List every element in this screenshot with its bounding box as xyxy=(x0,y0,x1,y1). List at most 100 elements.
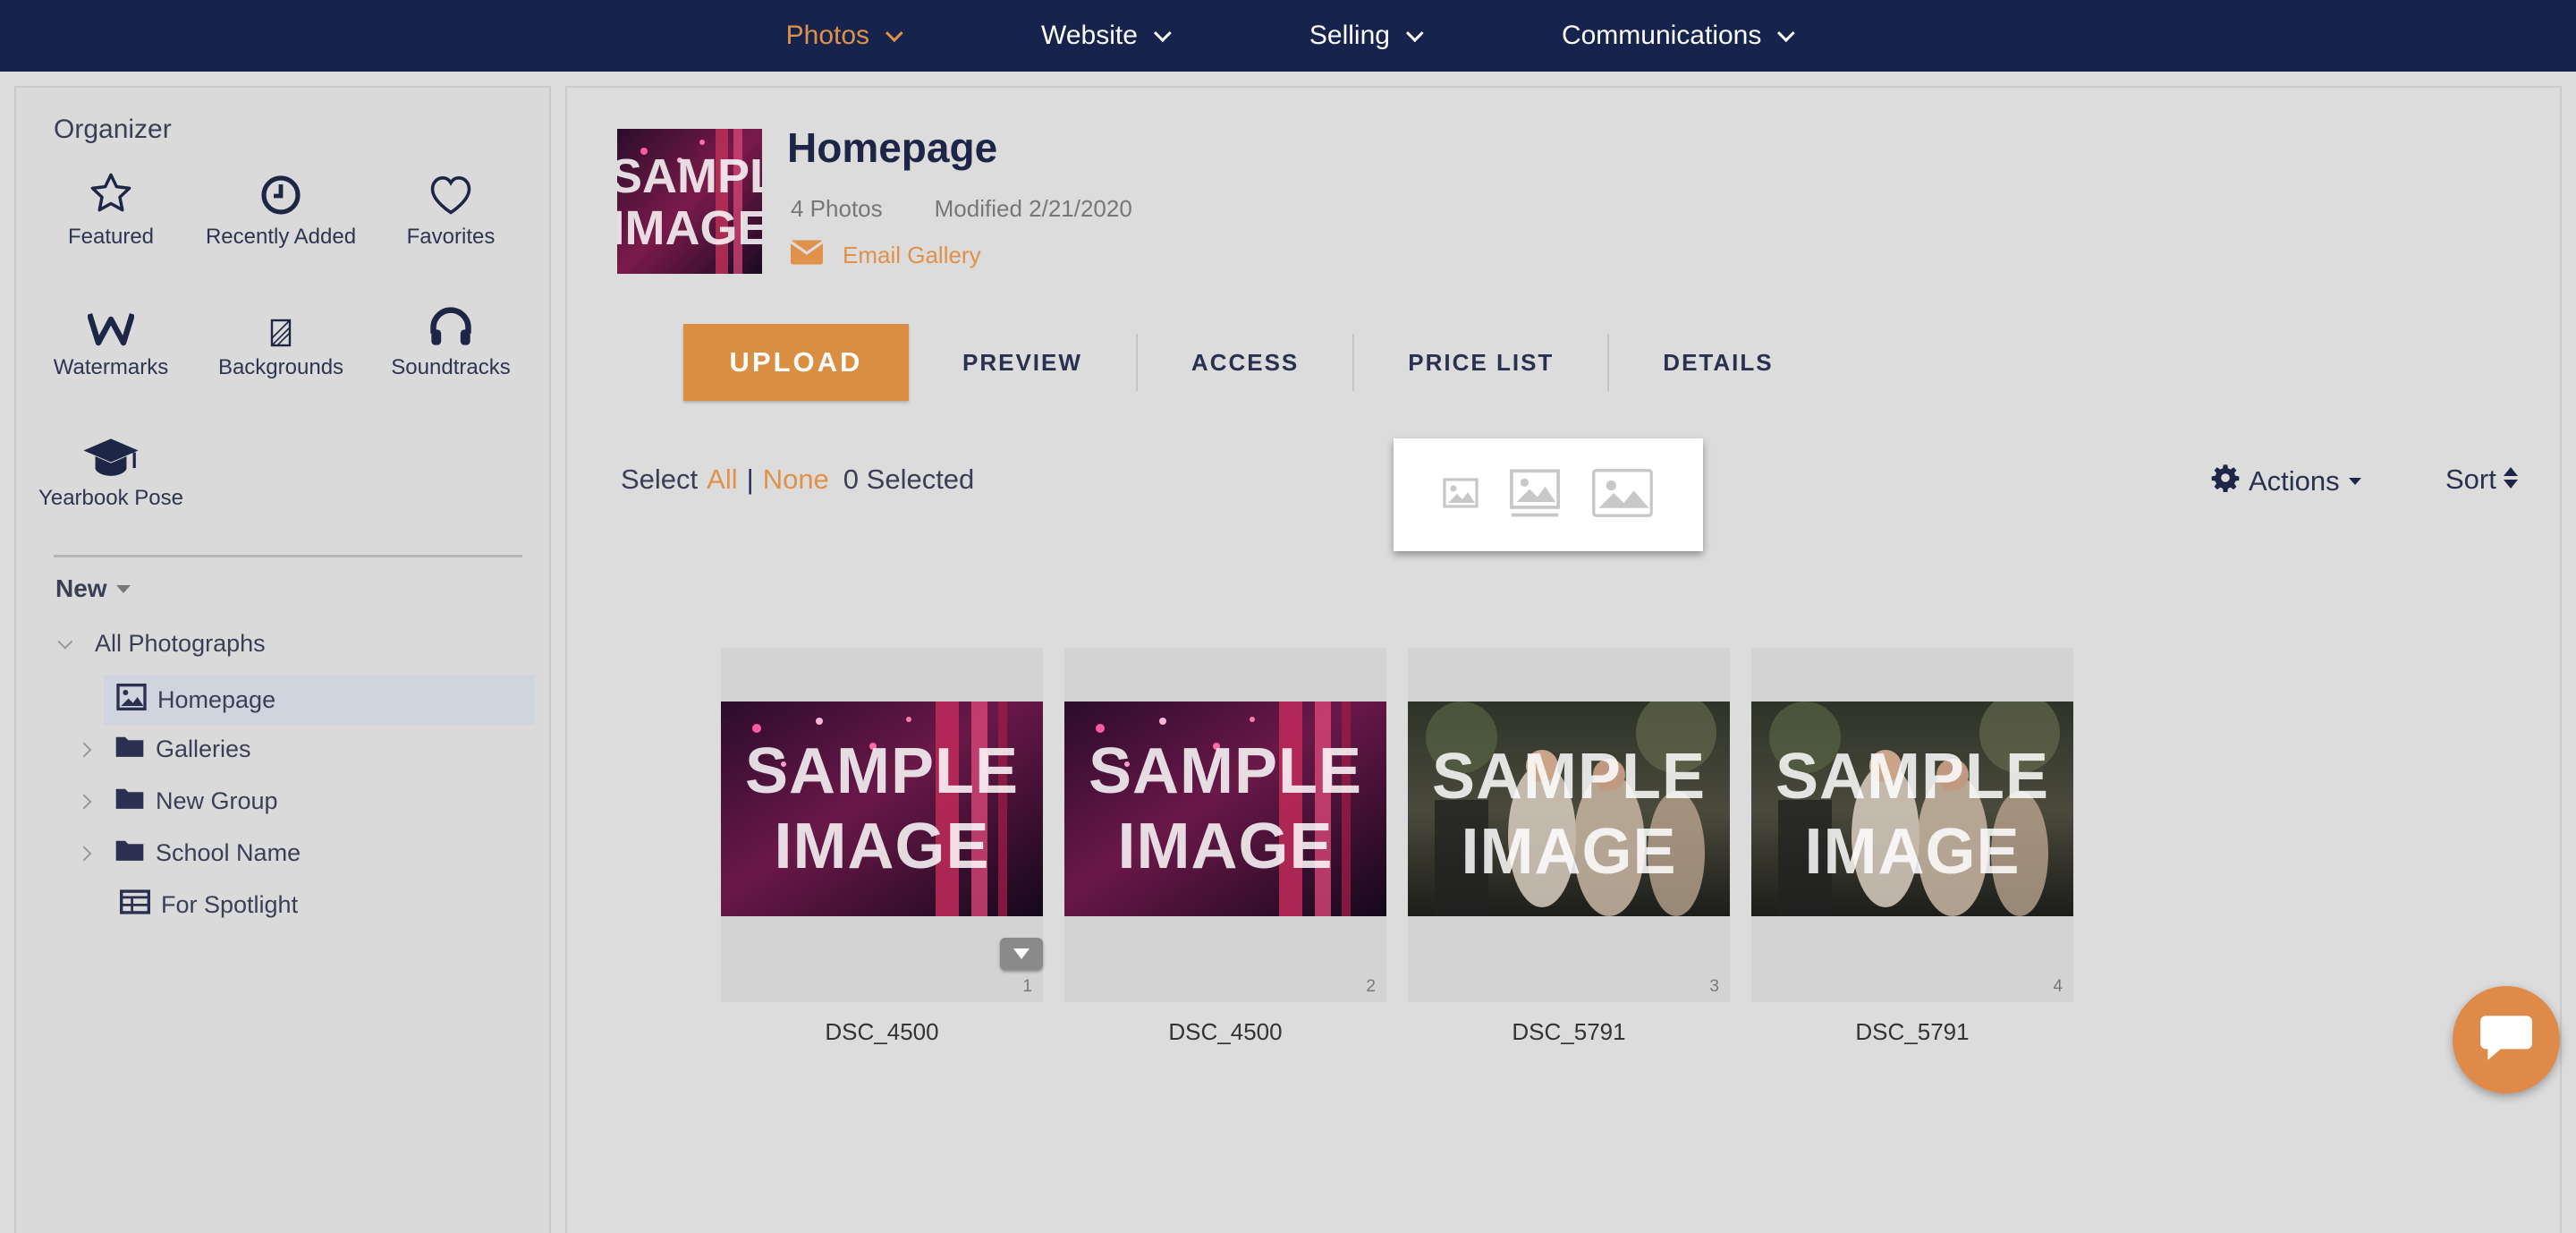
large-thumbnail-icon[interactable] xyxy=(1591,468,1654,523)
organizer-item-label: Recently Added xyxy=(205,225,357,249)
chevron-right-icon[interactable] xyxy=(76,794,92,809)
photo-card[interactable]: SAMPLE IMAGE 1 xyxy=(721,648,1043,1002)
select-all-link[interactable]: All xyxy=(707,463,737,496)
selected-count: 0 Selected xyxy=(843,463,975,495)
upload-button[interactable]: UPLOAD xyxy=(683,324,909,401)
details-button[interactable]: DETAILS xyxy=(1609,334,1826,391)
tree-label: Homepage xyxy=(157,685,276,713)
tree-all-photographs[interactable]: All Photographs xyxy=(57,630,266,658)
tree-label: New Group xyxy=(156,787,278,814)
organizer-item-label: Yearbook Pose xyxy=(38,486,183,510)
nav-photos[interactable]: Photos xyxy=(715,0,970,72)
watermark-w-icon xyxy=(30,299,191,347)
preview-button[interactable]: PREVIEW xyxy=(909,334,1136,391)
tree-for-spotlight[interactable]: For Spotlight xyxy=(120,889,298,921)
email-gallery-link[interactable]: Email Gallery xyxy=(790,240,981,271)
price-list-button[interactable]: PRICE LIST xyxy=(1354,334,1607,391)
photo-card[interactable]: SAMPLE IMAGE 3 xyxy=(1408,648,1730,1002)
organizer-item-label: Favorites xyxy=(406,225,496,249)
tree-galleries[interactable]: Galleries xyxy=(76,734,251,765)
headphones-icon xyxy=(370,299,531,347)
photo-count: 4 Photos xyxy=(791,195,883,222)
select-label: Select xyxy=(621,463,699,495)
photo-card[interactable]: SAMPLE IMAGE 2 xyxy=(1064,648,1386,1002)
gallery-toolbar: UPLOAD PREVIEW ACCESS PRICE LIST DETAILS xyxy=(683,324,1827,401)
chat-button[interactable] xyxy=(2453,986,2560,1093)
gear-icon xyxy=(2211,463,2240,499)
gallery-meta: 4 Photos Modified 2/21/2020 xyxy=(791,195,1132,223)
nav-website-label: Website xyxy=(1041,21,1138,50)
photo-index: 1 xyxy=(1022,977,1032,996)
watermark-text: SAMPLE xyxy=(1431,741,1707,812)
actions-label: Actions xyxy=(2249,465,2340,497)
tree-label: All Photographs xyxy=(95,630,266,657)
table-icon xyxy=(120,889,150,921)
actions-dropdown[interactable]: Actions xyxy=(2211,463,2361,499)
photo-filename: DSC_4500 xyxy=(1168,1018,1283,1045)
selection-bar: Select All | None 0 Selected xyxy=(621,463,974,496)
photo-thumbnail[interactable]: SAMPLE IMAGE xyxy=(1408,702,1730,916)
small-thumbnail-icon[interactable] xyxy=(1443,477,1479,513)
organizer-yearbook-pose[interactable]: Yearbook Pose xyxy=(30,429,191,513)
star-icon xyxy=(30,168,191,217)
tree-label: For Spotlight xyxy=(161,891,299,918)
photo-menu-button[interactable] xyxy=(1000,938,1043,970)
sort-label: Sort xyxy=(2445,463,2496,495)
photo-thumbnail[interactable]: SAMPLE IMAGE xyxy=(1751,702,2073,916)
photo-filename: DSC_4500 xyxy=(825,1018,939,1045)
photo-thumbnail[interactable]: SAMPLE IMAGE xyxy=(1064,702,1386,916)
sort-dropdown[interactable]: Sort xyxy=(2445,463,2518,496)
organizer-title: Organizer xyxy=(54,115,172,144)
nav-selling-label: Selling xyxy=(1309,21,1390,50)
medium-thumbnail-icon[interactable] xyxy=(1509,468,1561,523)
chevron-down-icon[interactable] xyxy=(57,634,73,650)
photo-card[interactable]: SAMPLE IMAGE 4 xyxy=(1751,648,2073,1002)
tree-new-group[interactable]: New Group xyxy=(76,786,278,817)
chevron-down-icon xyxy=(1405,24,1424,43)
nav-communications[interactable]: Communications xyxy=(1490,0,1861,72)
clock-icon xyxy=(200,168,361,217)
organizer-item-label: Backgrounds xyxy=(217,355,344,379)
caret-down-icon xyxy=(2348,478,2361,485)
organizer-soundtracks[interactable]: Soundtracks xyxy=(370,299,531,382)
organizer-divider xyxy=(54,555,522,557)
nav-website[interactable]: Website xyxy=(970,0,1238,72)
gallery-title: Homepage xyxy=(787,124,998,171)
watermark-text: IMAGE xyxy=(1804,816,2021,888)
select-separator: | xyxy=(746,463,754,495)
email-gallery-label: Email Gallery xyxy=(843,242,981,268)
tree-homepage[interactable]: Homepage xyxy=(104,675,535,725)
top-nav: Photos Website Selling Communications xyxy=(0,0,2576,72)
tree-school-name[interactable]: School Name xyxy=(76,838,301,869)
gallery-cover-image: SAMPL IMAGE xyxy=(617,129,762,274)
graduation-cap-icon xyxy=(30,429,191,478)
organizer-item-label: Featured xyxy=(67,225,155,249)
folder-icon xyxy=(114,786,145,817)
organizer-backgrounds[interactable]: Backgrounds xyxy=(200,299,361,382)
access-button[interactable]: ACCESS xyxy=(1138,334,1352,391)
photo-thumbnail[interactable]: SAMPLE IMAGE xyxy=(721,702,1043,916)
photo-index: 4 xyxy=(2053,977,2063,996)
photo-filename: DSC_5791 xyxy=(1855,1018,1970,1045)
nav-selling[interactable]: Selling xyxy=(1238,0,1490,72)
nav-communications-label: Communications xyxy=(1561,21,1762,50)
chevron-down-icon xyxy=(885,24,903,43)
organizer-item-label: Watermarks xyxy=(53,355,169,379)
new-dropdown-button[interactable]: New xyxy=(55,574,131,603)
photo-filename: DSC_5791 xyxy=(1512,1018,1626,1045)
chevron-down-icon xyxy=(1153,24,1172,43)
organizer-featured[interactable]: Featured xyxy=(30,168,191,251)
chevron-right-icon[interactable] xyxy=(76,742,92,757)
chevron-right-icon[interactable] xyxy=(76,846,92,861)
new-label: New xyxy=(55,574,107,602)
caret-down-icon xyxy=(115,584,131,593)
organizer-watermarks[interactable]: Watermarks xyxy=(30,299,191,382)
watermark-text: IMAGE xyxy=(1117,811,1334,882)
select-none-link[interactable]: None xyxy=(763,463,829,496)
tree-label: Galleries xyxy=(156,736,251,762)
organizer-item-label: Soundtracks xyxy=(391,355,511,379)
chevron-down-icon xyxy=(1777,24,1796,43)
organizer-favorites[interactable]: Favorites xyxy=(370,168,531,251)
watermark-text: SAMPLE xyxy=(744,736,1020,807)
organizer-recently-added[interactable]: Recently Added xyxy=(200,168,361,251)
